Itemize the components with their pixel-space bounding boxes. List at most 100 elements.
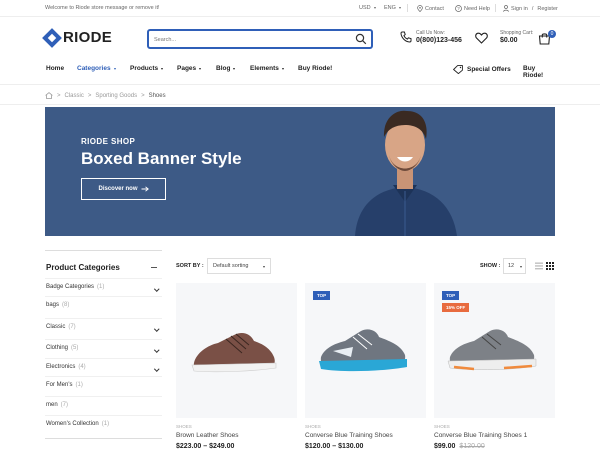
product-image[interactable]: TOP 15% OFF [434,283,555,418]
chevron-down-icon[interactable] [153,347,159,353]
discount-badge: 15% OFF [442,303,470,312]
nav-item-blog[interactable]: Blog [216,65,236,72]
breadcrumb-link-classic[interactable]: Classic [65,93,84,99]
shopping-cart[interactable]: Shopping Cart: $0.00 [500,30,533,44]
divider [45,250,162,251]
search-icon[interactable] [355,33,367,45]
search-input[interactable] [154,34,344,45]
product-category[interactable]: SHOES [305,424,321,429]
banner-model-image [355,110,457,236]
search-box [147,29,373,49]
collapse-icon[interactable] [151,267,157,269]
call-us[interactable]: Call Us Now: 0(800)123-456 [400,30,462,44]
cart-amount: $0.00 [500,37,518,44]
account-links: Sign in / Register [503,5,558,12]
divider [495,4,496,12]
nav-item-categories[interactable]: Categories [77,65,116,72]
chevron-down-icon[interactable] [153,326,159,332]
chevron-down-icon [233,67,236,70]
special-offers-link[interactable]: Special Offers [453,65,511,74]
help-link[interactable]: ? Need Help [455,5,490,12]
call-number: 0(800)123-456 [416,37,462,44]
old-price: $120.00 [459,443,485,450]
language-selector[interactable]: ENG [384,5,401,11]
arrow-right-icon [141,186,149,192]
top-bar: Welcome to Riode store message or remove… [0,0,600,17]
phone-icon [400,31,412,43]
chevron-down-icon[interactable] [153,366,159,372]
product-name[interactable]: Converse Blue Training Shoes [305,432,393,439]
product-image[interactable]: TOP [305,283,426,418]
product-image[interactable] [176,283,297,418]
product-category[interactable]: SHOES [434,424,450,429]
svg-text:?: ? [457,6,460,11]
welcome-message: Welcome to Riode store message or remove… [45,5,160,11]
cart-label: Shopping Cart: [500,30,534,36]
product-price: $99.00 $120.00 [434,443,485,450]
chevron-down-icon [113,67,116,70]
sidebar-item-classic[interactable]: Classic (7) [45,318,162,340]
chevron-down-icon [263,266,265,268]
user-icon [503,5,509,12]
breadcrumb: > Classic > Sporting Goods > Shoes [45,92,166,99]
sidebar-item-bags[interactable]: bags (8) [45,296,162,318]
banner-subtitle: RIODE SHOP [81,137,136,146]
buy-riode-link[interactable]: Buy Riode! [523,65,555,79]
breadcrumb-sep: > [87,92,92,99]
breadcrumb-sep: > [57,92,61,99]
location-pin-icon [417,5,423,12]
chevron-down-icon [373,7,376,9]
shoe-image [191,333,277,373]
divider [45,438,162,439]
sort-select[interactable]: Default sorting [207,258,271,274]
product-name[interactable]: Brown Leather Shoes [176,432,239,439]
currency-selector[interactable]: USD [359,5,376,11]
shoe-image [447,329,537,371]
product-price: $223.00 – $249.00 [176,443,235,450]
chevron-down-icon [398,7,401,9]
main-nav: Home Categories Products Pages Blog Elem… [45,64,555,79]
sidebar-item-womens-collection[interactable]: Women's Collection (1) [45,415,162,437]
link-separator: / [531,5,534,12]
grid-view-icon[interactable] [546,262,554,270]
contact-link[interactable]: Contact [417,5,444,12]
list-view-icon[interactable] [535,262,543,270]
show-count-select[interactable]: 12 [503,258,526,274]
sort-label: SORT BY : [176,263,204,269]
tag-icon [453,65,463,74]
register-link[interactable]: Register [537,6,557,12]
product-category[interactable]: SHOES [176,424,192,429]
home-icon[interactable] [45,92,53,99]
chevron-down-icon [520,266,522,268]
nav-item-products[interactable]: Products [130,65,164,72]
product-name[interactable]: Converse Blue Training Shoes 1 [434,432,527,439]
chevron-down-icon[interactable] [153,286,159,292]
breadcrumb-link-sporting-goods[interactable]: Sporting Goods [95,93,137,99]
divider [0,104,600,105]
cart-count-badge: 0 [548,30,556,38]
logo-icon [42,27,62,48]
chevron-down-icon [281,67,284,70]
heart-icon[interactable] [475,32,488,44]
help-icon: ? [455,5,462,12]
banner-title: Boxed Banner Style [81,149,242,168]
breadcrumb-current: Shoes [148,92,166,99]
sidebar-title: Product Categories [46,263,120,272]
nav-item-pages[interactable]: Pages [177,65,202,72]
call-label: Call Us Now: [416,30,445,36]
logo[interactable]: RIODE [42,27,112,48]
top-badge: TOP [313,291,331,300]
nav-item-home[interactable]: Home [46,65,64,72]
nav-item-buy-riode[interactable]: Buy Riode! [298,65,332,72]
sidebar-item-for-mens[interactable]: For Men's (1) [45,376,162,398]
shoe-image [319,329,407,372]
signin-link[interactable]: Sign in [511,6,528,12]
show-label: SHOW : [480,263,501,269]
chevron-down-icon [199,67,202,70]
discover-now-button[interactable]: Discover now [81,178,166,200]
breadcrumb-sep: > [141,92,145,99]
product-price: $120.00 – $130.00 [305,443,364,450]
divider [407,4,408,12]
nav-item-elements[interactable]: Elements [250,65,284,72]
top-badge: TOP [442,291,460,300]
